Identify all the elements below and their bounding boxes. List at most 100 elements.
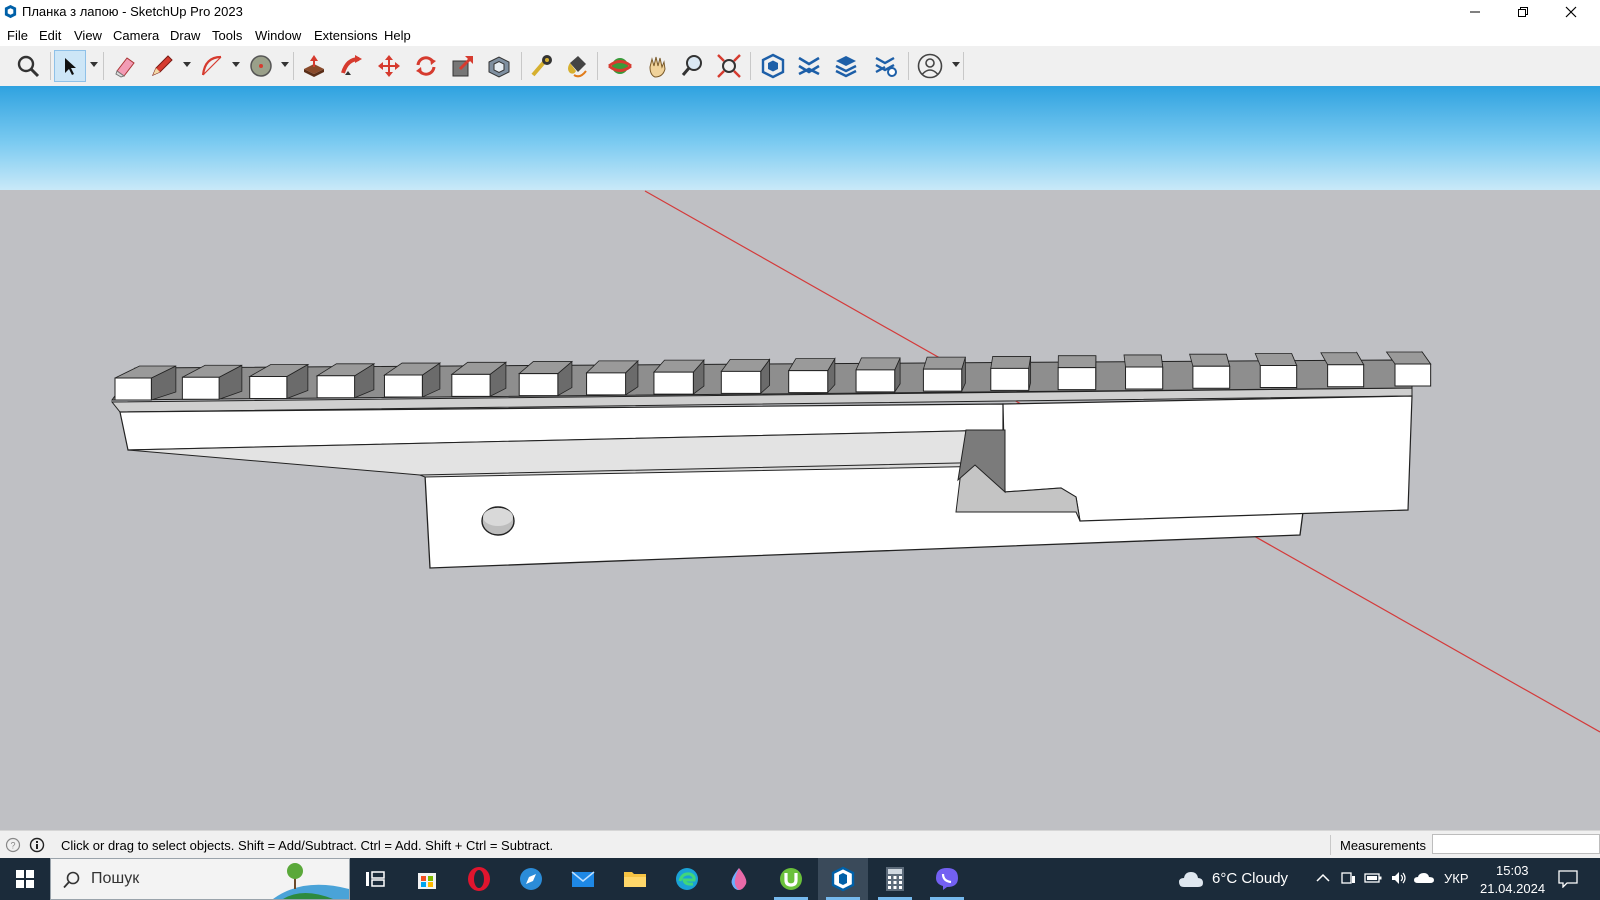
move-button[interactable] — [373, 50, 405, 82]
menu-view[interactable]: View — [74, 28, 102, 43]
taskbar-calculator[interactable] — [870, 858, 920, 900]
svg-text:?: ? — [10, 841, 15, 851]
extension-manager-button[interactable] — [870, 50, 902, 82]
move-icon — [378, 55, 400, 77]
circle-icon — [250, 55, 272, 77]
menu-file[interactable]: File — [7, 28, 28, 43]
pencil-line-icon — [152, 55, 173, 76]
taskbar-store[interactable] — [402, 858, 452, 900]
zoom-button[interactable] — [677, 50, 709, 82]
pencil-line-button[interactable] — [146, 50, 178, 82]
line-dropdown-icon[interactable] — [183, 62, 191, 67]
menu-window[interactable]: Window — [255, 28, 301, 43]
taskbar-browser[interactable] — [506, 858, 556, 900]
sketchup-app-icon — [4, 4, 17, 19]
taskbar-edge[interactable] — [662, 858, 712, 900]
measurements-label: Measurements — [1340, 838, 1426, 853]
menu-draw[interactable]: Draw — [170, 28, 200, 43]
large-tool-set-toolbar — [0, 46, 1600, 87]
orbit-icon — [608, 58, 632, 74]
account-dropdown-icon[interactable] — [952, 62, 960, 67]
taskbar-paint-app[interactable] — [714, 858, 764, 900]
select-dropdown-icon[interactable] — [90, 62, 98, 67]
weather-text[interactable]: 6°C Cloudy — [1212, 870, 1288, 887]
extension-manager-icon — [875, 56, 897, 77]
close-button[interactable] — [1548, 0, 1594, 24]
status-hint: Click or drag to select objects. Shift =… — [61, 838, 554, 853]
paint-bucket-button[interactable] — [561, 50, 593, 82]
measurements-input[interactable] — [1432, 834, 1600, 854]
taskbar-opera[interactable] — [454, 858, 504, 900]
select-button[interactable] — [54, 50, 86, 82]
device-icon[interactable] — [1340, 870, 1356, 886]
window-title: Планка з лапою - SketchUp Pro 2023 — [22, 4, 243, 19]
minimize-button[interactable] — [1452, 0, 1498, 24]
rail-tooth-face — [249, 376, 288, 400]
calculator-icon — [886, 867, 904, 891]
layout-icon — [835, 56, 857, 78]
tape-measure-button[interactable] — [526, 50, 558, 82]
zoom-extents-icon — [717, 54, 741, 78]
menu-bar: File Edit View Camera Draw Tools Window … — [0, 24, 1600, 46]
toolbar-separator — [908, 52, 909, 80]
rail-tooth-face — [181, 376, 220, 400]
toolbar-separator — [750, 52, 751, 80]
taskbar-search-box[interactable]: Пошук — [50, 858, 350, 900]
search-icon — [63, 871, 80, 889]
orbit-button[interactable] — [604, 50, 636, 82]
pan-button[interactable] — [641, 50, 673, 82]
clock-time[interactable]: 15:03 — [1496, 863, 1529, 878]
layout-button[interactable] — [830, 50, 862, 82]
rail-tooth-top — [1123, 354, 1164, 368]
volume-icon[interactable] — [1390, 870, 1408, 886]
restore-icon — [1518, 7, 1528, 17]
scale-button[interactable] — [447, 50, 479, 82]
taskbar-task-view[interactable] — [350, 858, 400, 900]
close-icon — [1565, 6, 1577, 18]
offset-icon — [488, 56, 510, 78]
arc-button[interactable] — [196, 50, 228, 82]
info-icon[interactable] — [29, 837, 45, 853]
geolocation-icon[interactable]: ? — [5, 837, 21, 853]
menu-extensions[interactable]: Extensions — [314, 28, 378, 43]
windows-logo-icon — [16, 870, 34, 888]
arc-dropdown-icon[interactable] — [232, 62, 240, 67]
onedrive-icon[interactable] — [1414, 872, 1434, 884]
opera-icon — [468, 867, 490, 891]
follow-me-button[interactable] — [336, 50, 368, 82]
rail-tooth-face — [653, 371, 694, 395]
rail-tooth-top — [990, 356, 1032, 369]
shapes-dropdown-icon[interactable] — [281, 62, 289, 67]
input-language[interactable]: УКР — [1444, 871, 1469, 886]
taskbar-sketchup[interactable] — [818, 858, 868, 900]
menu-tools[interactable]: Tools — [212, 28, 242, 43]
restore-button[interactable] — [1500, 0, 1546, 24]
modeling-viewport[interactable] — [0, 86, 1600, 830]
taskbar-viber[interactable] — [922, 858, 972, 900]
menu-help[interactable]: Help — [384, 28, 411, 43]
menu-edit[interactable]: Edit — [39, 28, 61, 43]
windows-taskbar: Пошук 6°C Cloudy УКР 15:03 21.04.2024 — [0, 858, 1600, 900]
notifications-icon[interactable] — [1558, 870, 1578, 888]
eraser-button[interactable] — [109, 50, 141, 82]
clock-date[interactable]: 21.04.2024 — [1480, 881, 1545, 896]
account-button[interactable] — [914, 50, 946, 82]
warehouse-button[interactable] — [757, 50, 789, 82]
rotate-button[interactable] — [410, 50, 442, 82]
taskbar-mail[interactable] — [558, 858, 608, 900]
taskbar-file-explorer[interactable] — [610, 858, 660, 900]
zoom-window-button[interactable] — [12, 50, 44, 82]
file-explorer-icon — [624, 872, 646, 887]
offset-button[interactable] — [483, 50, 515, 82]
toolbar-separator — [50, 52, 51, 80]
taskbar-utorrent[interactable] — [766, 858, 816, 900]
show-hidden-icons-icon[interactable] — [1316, 872, 1330, 884]
circle-button[interactable] — [245, 50, 277, 82]
push-pull-button[interactable] — [298, 50, 330, 82]
start-button[interactable] — [0, 858, 50, 900]
zoom-extents-button[interactable] — [713, 50, 745, 82]
menu-camera[interactable]: Camera — [113, 28, 159, 43]
mail-icon — [571, 871, 595, 887]
extension-warehouse-button[interactable] — [793, 50, 825, 82]
battery-icon[interactable] — [1364, 871, 1382, 885]
